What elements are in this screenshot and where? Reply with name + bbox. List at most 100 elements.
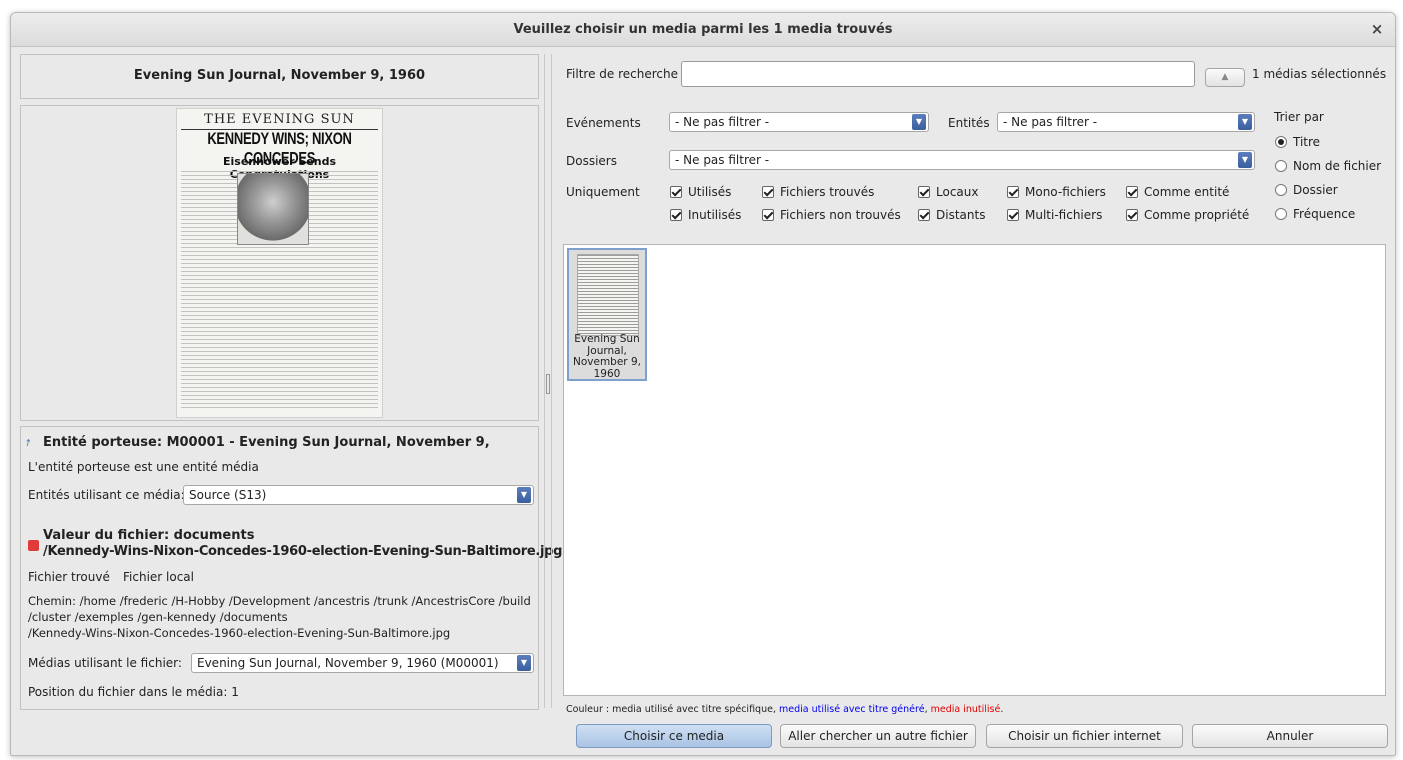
media-tile-caption: Evening Sun Journal, November 9, 1960 [569, 333, 645, 380]
caption-line: 1960 [593, 367, 621, 380]
newspaper-image: THE EVENING SUN KENNEDY WINS; NIXON CONC… [176, 108, 383, 418]
checkbox-used[interactable]: Utilisés [670, 185, 731, 199]
entities-label: Entités [948, 116, 990, 130]
media-title: Evening Sun Journal, November 9, 1960 [133, 68, 426, 83]
media-title-box: Evening Sun Journal, November 9, 1960 [20, 54, 539, 99]
radio-dot[interactable] [1275, 208, 1287, 220]
chevron-down-icon: ▼ [912, 114, 926, 130]
file-local-status: Fichier local [123, 570, 194, 584]
checkbox-box[interactable] [918, 186, 930, 198]
checkbox-label: Multi-fichiers [1025, 208, 1103, 222]
checkbox-box[interactable] [1126, 209, 1138, 221]
checkbox-label: Inutilisés [688, 208, 742, 222]
media-chooser-dialog: Veuillez choisir un media parmi les 1 me… [10, 12, 1396, 756]
checkbox-box[interactable] [670, 209, 682, 221]
folders-value: - Ne pas filtrer - [675, 153, 770, 167]
checkbox-box[interactable] [1007, 186, 1019, 198]
events-label: Evénements [566, 116, 641, 130]
search-input[interactable] [681, 61, 1195, 87]
path-line3: /Kennedy-Wins-Nixon-Concedes-1960-electi… [28, 626, 451, 640]
media-grid[interactable]: Evening Sun Journal, November 9, 1960 [563, 244, 1386, 696]
checkbox-label: Mono-fichiers [1025, 185, 1106, 199]
radio-dot[interactable] [1275, 136, 1287, 148]
checkbox-as-entity[interactable]: Comme entité [1126, 185, 1229, 199]
chevron-up-icon: ▲ [1221, 72, 1229, 82]
choose-media-button[interactable]: Choisir ce media [576, 724, 772, 748]
radio-label: Nom de fichier [1293, 159, 1382, 173]
radio-dot[interactable] [1275, 160, 1287, 172]
events-select[interactable]: - Ne pas filtrer - ▼ [669, 112, 929, 132]
search-label: Filtre de recherche [566, 67, 678, 81]
checkbox-multi[interactable]: Multi-fichiers [1007, 208, 1102, 222]
entity-heading: Entité porteuse: M00001 - Evening Sun Jo… [43, 435, 490, 450]
radio-label: Titre [1293, 135, 1321, 149]
sort-radio-folder[interactable]: Dossier [1275, 183, 1338, 197]
checkbox-label: Fichiers non trouvés [780, 208, 901, 222]
chevron-down-icon: ▼ [517, 655, 531, 671]
sort-radio-filename[interactable]: Nom de fichier [1275, 159, 1381, 173]
close-icon[interactable]: × [1367, 19, 1387, 39]
entity-icon: ⭎ [26, 435, 31, 450]
media-preview-box: THE EVENING SUN KENNEDY WINS; NIXON CONC… [20, 105, 539, 421]
internet-file-button[interactable]: Choisir un fichier internet [986, 724, 1183, 748]
entities-using-select[interactable]: Source (S13) ▼ [183, 485, 534, 505]
checkbox-remote[interactable]: Distants [918, 208, 985, 222]
file-position: Position du fichier dans le média: 1 [28, 685, 239, 699]
media-tile[interactable]: Evening Sun Journal, November 9, 1960 [567, 248, 647, 381]
selected-count: 1 médias sélectionnés [1252, 67, 1387, 81]
folders-select[interactable]: - Ne pas filtrer - ▼ [669, 150, 1255, 170]
chevron-down-icon: ▼ [1238, 152, 1252, 168]
newspaper-masthead: THE EVENING SUN [204, 112, 355, 127]
medias-using-select[interactable]: Evening Sun Journal, November 9, 1960 (M… [191, 653, 534, 673]
dialog-title: Veuillez choisir un media parmi les 1 me… [513, 22, 893, 37]
checkbox-not-found[interactable]: Fichiers non trouvés [762, 208, 901, 222]
caption-line: November 9, [573, 356, 641, 368]
radio-label: Fréquence [1293, 207, 1356, 221]
medias-using-label: Médias utilisant le fichier: [28, 656, 182, 670]
sort-radio-frequency[interactable]: Fréquence [1275, 207, 1355, 221]
checkbox-found[interactable]: Fichiers trouvés [762, 185, 874, 199]
checkbox-box[interactable] [1007, 209, 1019, 221]
checkbox-mono[interactable]: Mono-fichiers [1007, 185, 1106, 199]
color-legend: Couleur : media utilisé avec titre spéci… [566, 704, 1003, 715]
checkbox-label: Utilisés [688, 185, 732, 199]
entities-select[interactable]: - Ne pas filtrer - ▼ [997, 112, 1255, 132]
collapse-button[interactable]: ▲ [1205, 68, 1245, 87]
split-pane-divider[interactable] [544, 54, 552, 708]
checkbox-box[interactable] [1126, 186, 1138, 198]
file-value-line1: Valeur du fichier: documents [43, 528, 255, 543]
checkbox-label: Locaux [936, 185, 979, 199]
chevron-down-icon: ▼ [517, 487, 531, 503]
checkbox-box[interactable] [762, 209, 774, 221]
cancel-button[interactable]: Annuler [1192, 724, 1388, 748]
events-value: - Ne pas filtrer - [675, 115, 770, 129]
checkbox-box[interactable] [670, 186, 682, 198]
checkbox-box[interactable] [762, 186, 774, 198]
radio-dot[interactable] [1275, 184, 1287, 196]
caption-line: Evening Sun [574, 333, 640, 345]
title-bar[interactable]: Veuillez choisir un media parmi les 1 me… [11, 13, 1395, 47]
checkbox-label: Comme propriété [1144, 208, 1250, 222]
entity-description: L'entité porteuse est une entité média [28, 460, 259, 474]
entities-using-label: Entités utilisant ce média: [28, 488, 185, 502]
portrait-image [237, 173, 309, 245]
legend-generated-title: media utilisé avec titre généré [779, 704, 925, 715]
browse-file-button[interactable]: Aller chercher un autre fichier [780, 724, 976, 748]
sort-radio-title[interactable]: Titre [1275, 135, 1320, 149]
splitter-grip [546, 374, 550, 394]
checkbox-unused[interactable]: Inutilisés [670, 208, 741, 222]
radio-label: Dossier [1293, 183, 1338, 197]
file-icon [28, 540, 39, 551]
checkbox-label: Fichiers trouvés [780, 185, 875, 199]
file-value-line2: /Kennedy-Wins-Nixon-Concedes-1960-electi… [43, 544, 563, 559]
entity-info-box: ⭎ Entité porteuse: M00001 - Evening Sun … [20, 426, 562, 710]
folders-label: Dossiers [566, 154, 617, 168]
checkbox-box[interactable] [918, 209, 930, 221]
checkbox-label: Comme entité [1144, 185, 1230, 199]
legend-unused: media inutilisé [930, 704, 1001, 715]
checkbox-local[interactable]: Locaux [918, 185, 978, 199]
entities-value: - Ne pas filtrer - [1003, 115, 1098, 129]
checkbox-label: Distants [936, 208, 986, 222]
checkbox-as-property[interactable]: Comme propriété [1126, 208, 1249, 222]
sort-label: Trier par [1274, 110, 1324, 124]
